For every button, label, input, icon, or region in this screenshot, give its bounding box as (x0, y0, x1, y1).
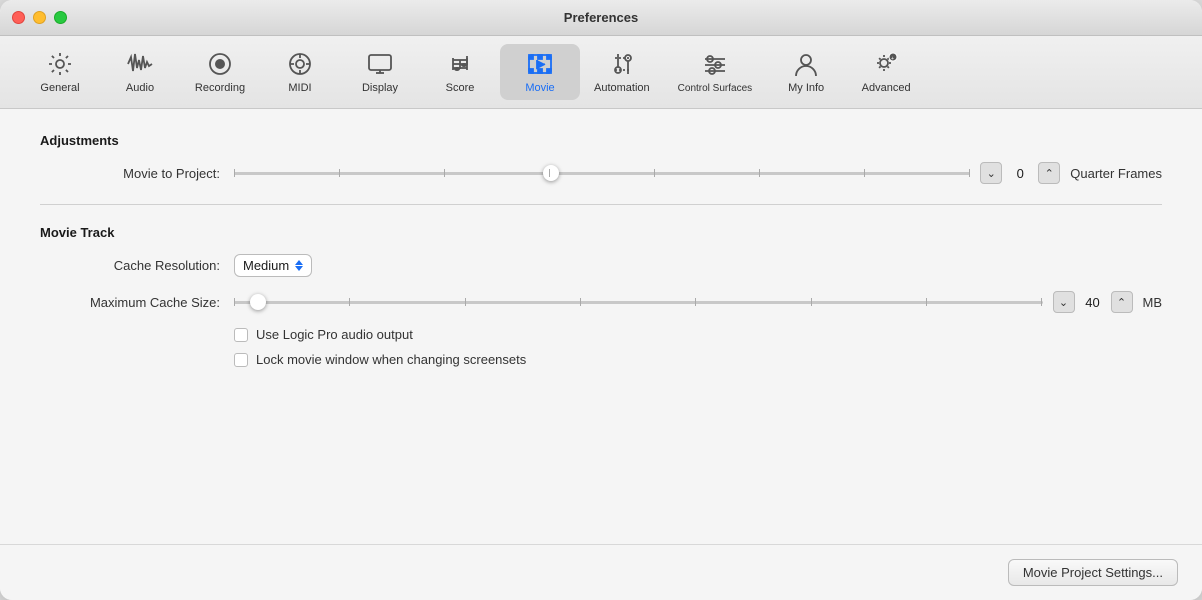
movie-track-section-title: Movie Track (40, 225, 1162, 240)
cache-resolution-row: Cache Resolution: Medium (40, 254, 1162, 277)
toolbar: General Audio Recording MIDI (0, 36, 1202, 109)
movie-to-project-row: Movie to Project: (40, 162, 1162, 184)
section-divider (40, 204, 1162, 205)
preferences-window: Preferences General Audio Recording (0, 0, 1202, 600)
tab-advanced-label: Advanced (862, 82, 911, 94)
lock-movie-window-checkbox[interactable] (234, 353, 248, 367)
titlebar: Preferences (0, 0, 1202, 36)
window-title: Preferences (564, 10, 638, 25)
tab-general-label: General (40, 82, 79, 94)
person-icon (792, 50, 820, 78)
tab-score[interactable]: Score (420, 44, 500, 100)
traffic-lights (12, 11, 67, 24)
tab-automation[interactable]: Automation (580, 44, 664, 100)
tab-display-label: Display (362, 82, 398, 94)
midi-icon (286, 50, 314, 78)
cache-resolution-select[interactable]: Medium (234, 254, 312, 277)
arrow-up-icon (295, 260, 303, 265)
waveform-icon (126, 50, 154, 78)
record-icon (206, 50, 234, 78)
minimize-button[interactable] (33, 11, 46, 24)
movie-to-project-slider[interactable] (234, 163, 970, 183)
movie-to-project-stepper: ⌄ 0 ⌃ Quarter Frames (980, 162, 1162, 184)
tab-score-label: Score (446, 82, 475, 94)
cache-resolution-value: Medium (243, 258, 289, 273)
gear-badge-icon: + (872, 50, 900, 78)
tab-midi[interactable]: MIDI (260, 44, 340, 100)
tab-recording-label: Recording (195, 82, 245, 94)
tab-display[interactable]: Display (340, 44, 420, 100)
maximize-button[interactable] (54, 11, 67, 24)
tab-recording[interactable]: Recording (180, 44, 260, 100)
use-logic-pro-audio-label: Use Logic Pro audio output (256, 327, 413, 342)
stepper-value: 0 (1006, 166, 1034, 181)
lock-movie-window-label: Lock movie window when changing screense… (256, 352, 526, 367)
use-logic-pro-audio-row: Use Logic Pro audio output (234, 327, 1162, 342)
main-content: Adjustments Movie to Project: (0, 109, 1202, 544)
cache-stepper-value: 40 (1079, 295, 1107, 310)
tab-midi-label: MIDI (288, 82, 311, 94)
max-cache-size-row: Maximum Cache Size: (40, 291, 1162, 313)
tab-movie-label: Movie (525, 82, 554, 94)
tab-my-info[interactable]: My Info (766, 44, 846, 100)
tab-my-info-label: My Info (788, 82, 824, 94)
cache-resolution-label: Cache Resolution: (40, 258, 220, 273)
display-icon (366, 50, 394, 78)
tab-audio-label: Audio (126, 82, 154, 94)
score-icon (446, 50, 474, 78)
lock-movie-window-row: Lock movie window when changing screense… (234, 352, 1162, 367)
tab-movie[interactable]: Movie (500, 44, 580, 100)
slider-thumb[interactable] (543, 165, 559, 181)
stepper-down-btn[interactable]: ⌄ (980, 162, 1002, 184)
tab-control-surfaces-label: Control Surfaces (678, 83, 752, 94)
movie-icon (526, 50, 554, 78)
cache-slider-track (234, 301, 1043, 304)
cache-stepper-down-btn[interactable]: ⌄ (1053, 291, 1075, 313)
tab-automation-label: Automation (594, 82, 650, 94)
max-cache-size-slider[interactable] (234, 292, 1043, 312)
use-logic-pro-audio-checkbox[interactable] (234, 328, 248, 342)
max-cache-size-label: Maximum Cache Size: (40, 295, 220, 310)
close-button[interactable] (12, 11, 25, 24)
footer: Movie Project Settings... (0, 544, 1202, 600)
tab-audio[interactable]: Audio (100, 44, 180, 100)
tab-general[interactable]: General (20, 44, 100, 100)
sliders-icon (701, 51, 729, 79)
select-arrows (295, 260, 303, 271)
automation-icon (608, 50, 636, 78)
adjustments-section-title: Adjustments (40, 133, 1162, 148)
movie-to-project-label: Movie to Project: (40, 166, 220, 181)
max-cache-size-stepper: ⌄ 40 ⌃ MB (1053, 291, 1163, 313)
slider-track (234, 172, 970, 175)
arrow-down-icon (295, 266, 303, 271)
svg-text:+: + (891, 56, 894, 62)
stepper-unit: Quarter Frames (1070, 166, 1162, 181)
cache-slider-thumb[interactable] (250, 294, 266, 310)
tab-advanced[interactable]: + Advanced (846, 44, 926, 100)
tab-control-surfaces[interactable]: Control Surfaces (664, 45, 766, 100)
cache-stepper-up-btn[interactable]: ⌃ (1111, 291, 1133, 313)
cache-stepper-unit: MB (1143, 295, 1163, 310)
movie-project-settings-button[interactable]: Movie Project Settings... (1008, 559, 1178, 586)
stepper-up-btn[interactable]: ⌃ (1038, 162, 1060, 184)
gear-icon (46, 50, 74, 78)
